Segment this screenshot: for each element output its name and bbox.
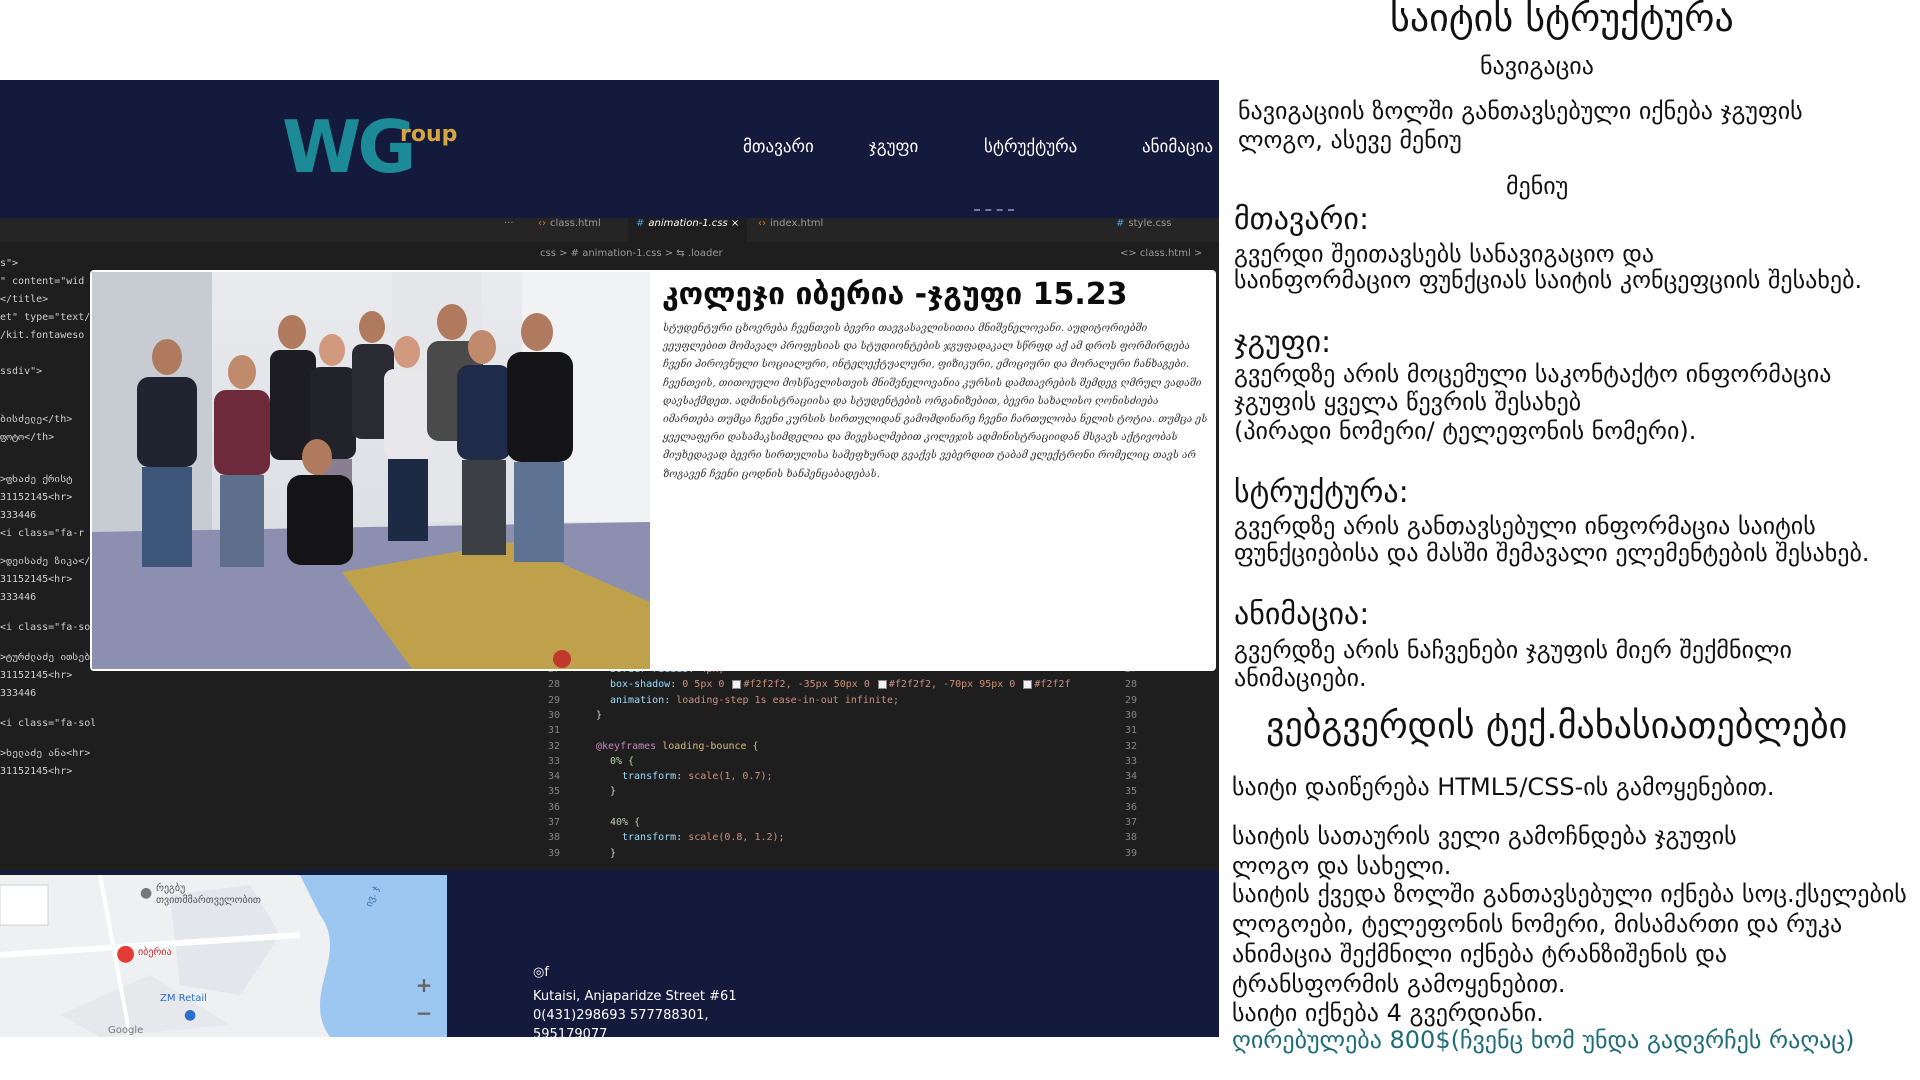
section-animation-line-1: გვერდზე არის ნაჩვენები ჯგუფის მიერ შექმნ… [1234,636,1792,664]
budget-line: ღირებულება 800$(ჩვენც ხომ უნდა გადვრჩეს … [1232,1026,1855,1054]
map-zoom-out-button[interactable]: − [412,1001,436,1025]
nav-desc-2: ლოგო, ასევე მენიუ [1238,126,1462,154]
tech-line-4: საიტის ქვედა ზოლში განთავსებული იქნება ს… [1232,880,1907,908]
social-icons[interactable]: ◎f [533,965,549,980]
code-line: transform: scale(1, 0.7); [622,771,773,783]
section-group-title: ჯგუფი: [1234,325,1332,360]
map-label-iberia: იბერია [138,947,172,958]
section-main-title: მთავარი: [1234,202,1370,237]
map-google-label: Google [108,1025,144,1036]
tech-line-6: ანიმაცია შექმნილი იქნება ტრანზიშენის და [1232,940,1728,968]
section-main-line-1: გვერდი შეითავსებს სანავიგაციო და [1234,240,1655,268]
site-header: WG roup მთავარი ჯგუფი სტრუქტურა ანიმაცია [0,80,1219,218]
code-line: } [596,709,603,721]
tech-line-1: საიტი დაიწერება HTML5/CSS-ის გამოყენებით… [1232,773,1775,801]
tech-line-8: საიტი იქნება 4 გვერდიანი. [1232,999,1544,1027]
code-line: @keyframes loading-bounce { [596,740,759,752]
code-line: } [610,847,617,859]
map-place-pin-icon: ● [140,885,153,901]
code-line: transform: scale(0.8, 1.2); [622,832,785,844]
tech-line-7: ტრანსფორმის გამოყენებით. [1232,970,1566,998]
section-animation-line-2: ანიმაციები. [1234,664,1367,692]
section-group-line-2: ჯგუფის ყველა წევრის შესახებ [1234,388,1582,416]
line-number-right: 31 [1125,725,1138,737]
nav-item-group[interactable]: ჯგუფი [869,137,918,157]
line-number-right: 30 [1125,709,1138,721]
group-photo-image [92,272,650,669]
nav-indicator [974,209,1014,214]
line-number: 30 [548,709,561,721]
line-number-right: 38 [1125,832,1138,844]
nav-item-animation[interactable]: ანიმაცია [1142,137,1213,157]
card-body: სტუდენტური ცხოვრება ჩვენთვის ბევრი თავგა… [663,323,1208,480]
code-line: 40% { [610,817,641,828]
line-number-right: 39 [1125,847,1138,859]
line-number: 38 [548,832,561,844]
line-number: 31 [548,725,561,737]
code-line: animation: loading-step 1s ease-in-out i… [610,694,899,706]
section-structure-title: სტრუქტურა: [1234,475,1409,510]
nav-item-structure[interactable]: სტრუქტურა [984,137,1077,157]
location-map[interactable]: ● ● რეგბუ თვითმმართველობით იბერია ZM Ret… [0,875,447,1037]
tech-line-3: ლოგო და სახელი. [1232,852,1452,880]
map-zoom-in-button[interactable]: + [412,973,436,997]
code-line: box-shadow: 0 5px 0 #f2f2f2, -35px 50px … [610,679,1071,691]
group-photo [92,272,650,669]
map-shop-icon: ● [184,1007,197,1023]
line-number-right: 33 [1125,755,1138,767]
line-number: 39 [548,847,561,859]
map-pin-icon[interactable]: ● [116,941,135,966]
card-title: კოლეჯი იბერია -ჯგუფი 15.23 [662,277,1128,312]
line-number-right: 35 [1125,786,1138,798]
section-structure-line-1: გვერდზე არის განთავსებული ინფორმაცია საი… [1234,512,1816,540]
nav-heading: ნავიგაცია [1480,52,1594,80]
tech-title: ვებგვერდის ტექ.მახასიათებლები [1266,706,1848,747]
line-number-right: 28 [1125,679,1138,691]
line-number: 35 [548,786,561,798]
line-number-right: 37 [1125,817,1138,828]
code-line: } [610,786,617,798]
footer-contacts: Kutaisi, Anjaparidze Street #61 0(431)29… [533,987,737,1037]
map-label-top2: თვითმმართველობით [156,895,261,906]
line-number: 32 [548,740,561,752]
line-number: 28 [548,679,561,691]
line-number: 33 [548,755,561,767]
line-number: 29 [548,694,561,706]
code-line: 0% { [610,755,635,767]
map-label-retail: ZM Retail [160,993,207,1004]
line-number: 37 [548,817,561,828]
line-number: 36 [548,801,561,813]
footer-address: Kutaisi, Anjaparidze Street #61 [533,989,737,1004]
section-group-line-1: გვერდზე არის მოცემული საკონტაქტო ინფორმა… [1234,360,1832,388]
section-main-line-2: საინფორმაციო ფუნქციას საიტის კონცეფციის … [1234,266,1863,294]
line-number: 34 [548,771,561,783]
section-structure-line-2: ფუნქციებისა და მასში შემავალი ელემენტები… [1234,539,1870,567]
website-preview: WG roup მთავარი ჯგუფი სტრუქტურა ანიმაცია… [0,80,1219,1037]
site-footer: ● ● რეგბუ თვითმმართველობით იბერია ZM Ret… [0,870,1219,1037]
main-nav: მთავარი ჯგუფი სტრუქტურა ანიმაცია [0,137,1219,167]
line-number-right: 34 [1125,771,1138,783]
section-group-line-3: (პირადი ნომერი/ ტელეფონის ნომერი). [1234,417,1697,445]
line-number-right: 32 [1125,740,1138,752]
footer-phones: 0(431)298693 577788301, [533,1008,709,1023]
tech-line-2: საიტის სათაურის ველი გამოჩნდება ჯგუფის [1232,822,1737,850]
footer-phones-2: 595179077 [533,1027,608,1037]
section-animation-title: ანიმაცია: [1234,597,1370,632]
line-number-right: 36 [1125,801,1138,813]
menu-heading: მენიუ [1506,172,1569,200]
map-label-top: რეგბუ [156,883,186,894]
nav-desc-1: ნავიგაციის ზოლში განთავსებული იქნება ჯგუ… [1238,97,1803,125]
tech-line-5: ლოგოები, ტელეფონის ნომერი, მისამართი და … [1232,910,1843,938]
structure-document: საიტის სტრუქტურა ნავიგაცია ნავიგაციის ზო… [1220,0,1920,1080]
nav-item-main[interactable]: მთავარი [743,137,814,157]
doc-title: საიტის სტრუქტურა [1390,0,1734,40]
line-number-right: 29 [1125,694,1138,706]
